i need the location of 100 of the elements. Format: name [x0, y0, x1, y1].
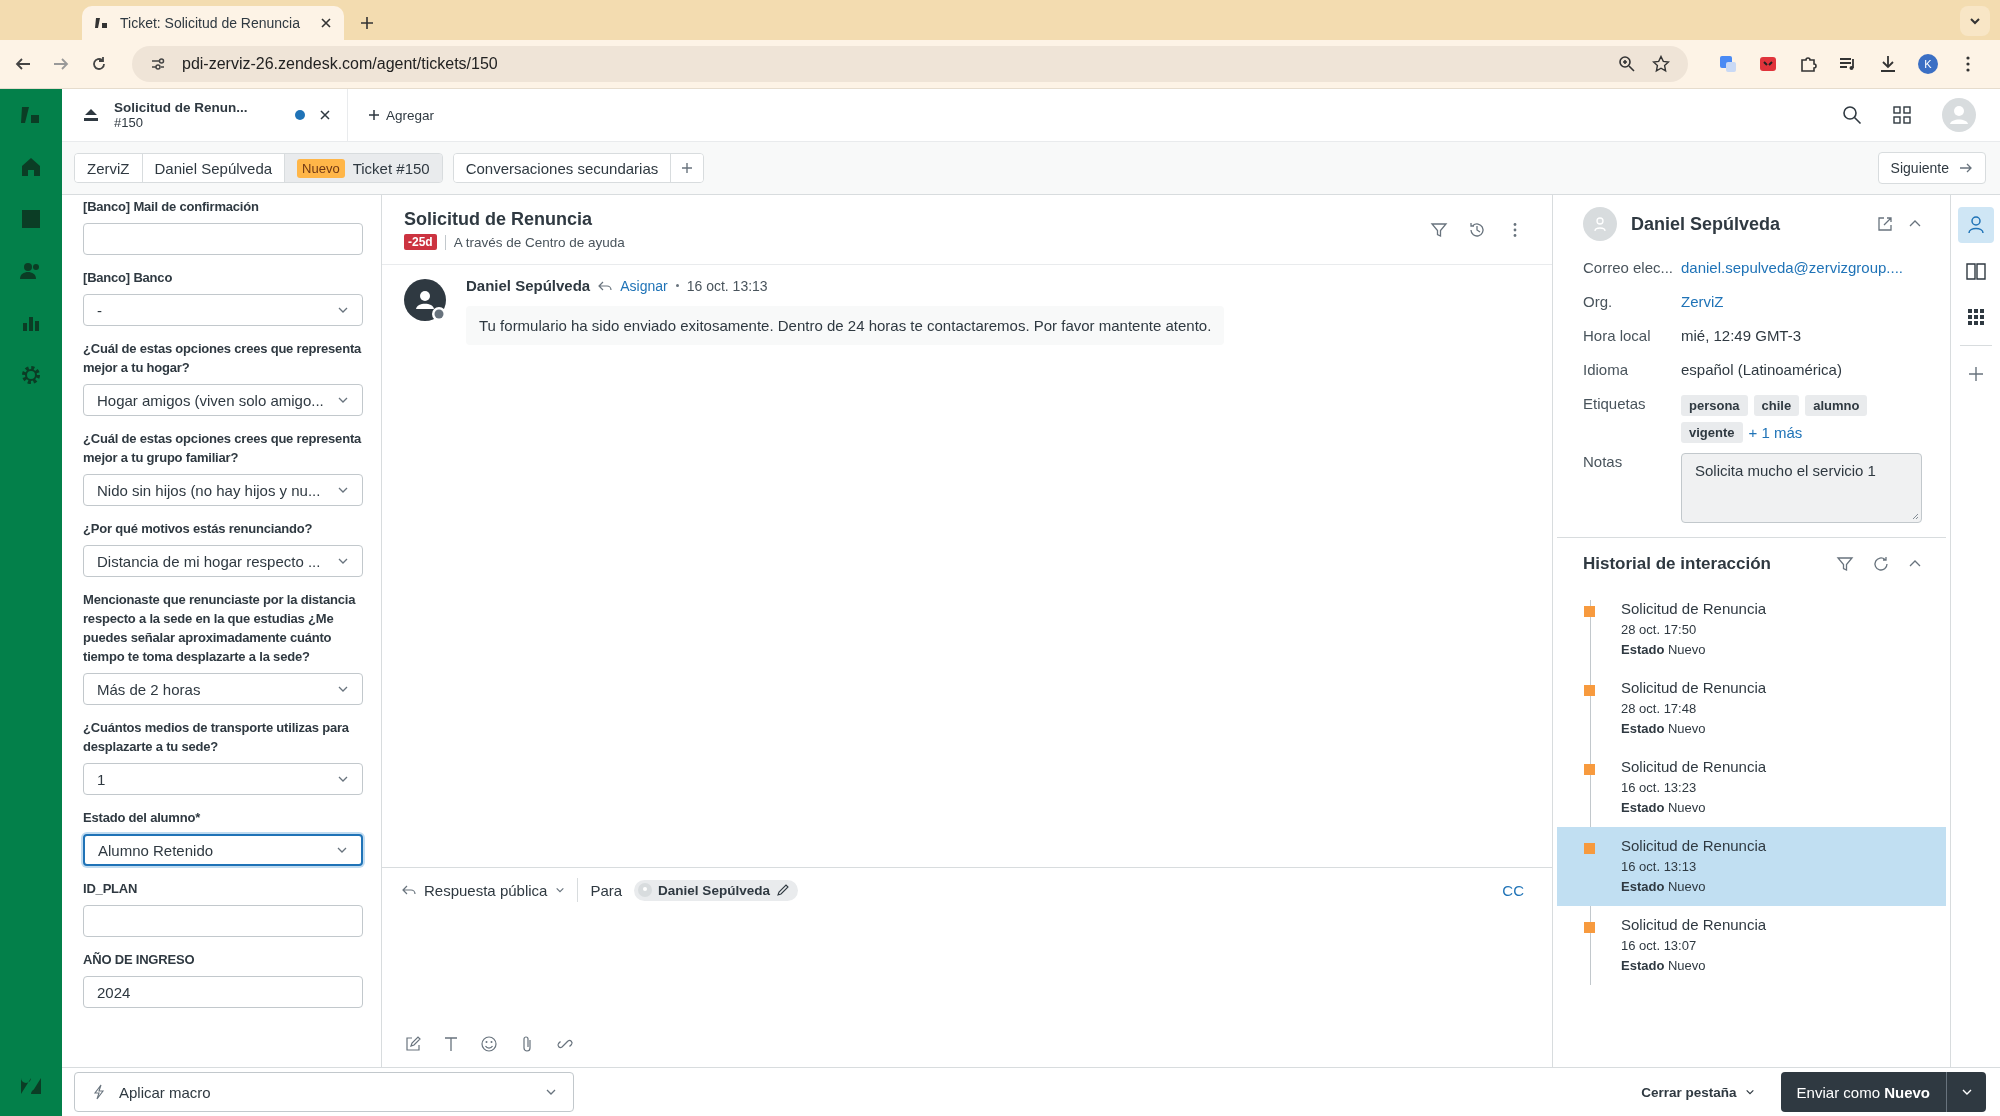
avatar-icon [638, 883, 653, 897]
reply-icon[interactable] [402, 883, 416, 897]
field-link[interactable]: daniel.sepulveda@zervizgroup.... [1681, 259, 1904, 276]
section-title: Historial de interacción [1583, 554, 1771, 574]
submit-button[interactable]: Enviar como Nuevo [1780, 1072, 1946, 1112]
tag[interactable]: chile [1753, 395, 1800, 416]
recipient-pill[interactable]: Daniel Sepúlveda [634, 879, 798, 901]
field-label: AÑO DE INGRESO [83, 951, 196, 969]
field-label: Estado del alumno* [83, 809, 202, 827]
plus-icon[interactable] [360, 16, 374, 30]
dropdown-field[interactable]: - [83, 294, 363, 326]
field-label: Mencionaste que renunciaste por la distancia respecto a la sede en la que estudias ¿Me puedes señalar aproximadamente cuánto tiempo te toma desplazarte a la sede? [83, 591, 357, 666]
dropdown-field[interactable]: Alumno Retenido [83, 834, 363, 866]
close-tab-dropdown[interactable]: Cerrar pestaña [1641, 1084, 1755, 1100]
field-label: ¿Por qué motivos estás renunciando? [83, 520, 314, 538]
translate-icon[interactable] [1718, 54, 1738, 74]
user-avatar [1583, 207, 1617, 241]
status-square-icon [1584, 922, 1595, 933]
search-icon[interactable] [1842, 105, 1862, 125]
filter-icon[interactable] [1430, 220, 1448, 239]
close-icon[interactable] [320, 17, 332, 29]
resize-handle-icon[interactable] [1911, 512, 1919, 520]
dropdown-field[interactable]: Más de 2 horas [83, 673, 363, 705]
site-settings-icon[interactable] [150, 56, 166, 72]
breadcrumb-tab[interactable]: Daniel Sepúlveda [142, 154, 286, 182]
text-format-icon[interactable] [442, 1035, 460, 1053]
reply-mode-dropdown[interactable]: Respuesta pública [402, 881, 566, 899]
profile-avatar[interactable]: K [1918, 54, 1938, 74]
field-label: ¿Cuál de estas opciones crees que representa mejor a tu grupo familiar? [83, 430, 363, 467]
notes-field[interactable]: Solicita mucho el servicio 1 [1681, 453, 1922, 523]
browser-tab[interactable]: Ticket: Solicitud de Renuncia [82, 6, 344, 40]
history-item[interactable]: Solicitud de Renuncia 16 oct. 13:07 Estado Nuevo [1557, 906, 1946, 985]
settings-icon[interactable] [19, 363, 43, 387]
refresh-icon[interactable] [1872, 555, 1890, 573]
home-icon[interactable] [19, 155, 43, 179]
dropdown-field[interactable]: 1 [83, 763, 363, 795]
side-conversations-button[interactable]: Conversaciones secundarias [453, 154, 672, 182]
breadcrumb-tab[interactable]: Nuevo Ticket #150 [285, 154, 442, 182]
history-icon[interactable] [1468, 220, 1486, 239]
plus-icon[interactable] [368, 109, 380, 121]
history-item[interactable]: Solicitud de Renuncia 16 oct. 13:23 Estado Nuevo [1557, 748, 1946, 827]
dropdown-field[interactable]: Distancia de mi hogar respecto ... [83, 545, 363, 577]
views-icon[interactable] [19, 207, 43, 231]
ticket-tab[interactable]: Solicitud de Renun... #150 [62, 89, 348, 141]
puzzle-icon[interactable] [1798, 54, 1818, 74]
more-tags-link[interactable]: + 1 más [1748, 424, 1803, 441]
field-label: Org. [1583, 293, 1614, 310]
add-tab-button[interactable]: Agregar [362, 106, 441, 124]
breadcrumb-tab[interactable]: ZerviZ [75, 154, 143, 182]
cc-link[interactable]: CC [1502, 881, 1524, 899]
emoji-icon[interactable] [480, 1035, 498, 1053]
author-avatar [404, 279, 448, 323]
add-conversation-button[interactable] [671, 154, 704, 182]
field-label: Idioma [1583, 361, 1630, 378]
zoom-icon[interactable] [1618, 55, 1636, 73]
field-value: mié, 12:49 GMT-3 [1681, 327, 1802, 344]
caret-icon[interactable] [1969, 15, 1981, 27]
external-link-icon[interactable] [1876, 215, 1894, 233]
ticket-type-icon [82, 106, 100, 124]
tag[interactable]: persona [1681, 395, 1748, 416]
history-item[interactable]: Solicitud de Renuncia 28 oct. 17:50 Estado Nuevo [1557, 590, 1946, 669]
status-square-icon [1584, 764, 1595, 775]
message-bubble: Tu formulario ha sido enviado exitosamente. Dentro de 24 horas te contactaremos. Por favor mantente atento. [466, 306, 1225, 345]
extension-icon[interactable] [1758, 54, 1778, 74]
tag[interactable]: vigente [1681, 422, 1743, 443]
user-name: Daniel Sepúlveda [1631, 213, 1781, 235]
dropdown-field[interactable]: Nido sin hijos (no hay hijos y nu... [83, 474, 363, 506]
history-item[interactable]: Solicitud de Renuncia 16 oct. 13:13 Estado Nuevo [1557, 827, 1946, 906]
next-button[interactable]: Siguiente [1877, 152, 1986, 184]
user-profile-icon[interactable] [1957, 207, 1994, 243]
field-label: [Banco] Mail de confirmación [83, 198, 260, 216]
arrow-right-icon[interactable] [1959, 161, 1973, 175]
tag[interactable]: alumno [1805, 395, 1868, 416]
status-square-icon [1584, 843, 1595, 854]
input-field[interactable] [83, 223, 363, 255]
reload-icon[interactable] [90, 55, 108, 73]
input-field[interactable]: 2024 [83, 976, 363, 1008]
chevron-down-icon[interactable] [1744, 1087, 1755, 1097]
field-label: [Banco] Banco [83, 269, 174, 287]
field-label: ¿Cuántos medios de transporte utilizas para desplazarte a tu sede? [83, 719, 350, 756]
field-value: español (Latinoamérica) [1681, 361, 1842, 378]
apps-grid-icon[interactable] [1892, 105, 1912, 125]
input-field[interactable] [83, 905, 363, 937]
field-label: Correo elec... [1583, 259, 1673, 276]
filter-icon[interactable] [1836, 555, 1854, 573]
history-item[interactable]: Solicitud de Renuncia 28 oct. 17:48 Estado Nuevo [1557, 669, 1946, 748]
download-icon[interactable] [1878, 54, 1898, 74]
field-label: Etiquetas [1583, 395, 1647, 412]
close-icon[interactable] [319, 109, 331, 121]
author-name: Daniel Sepúlveda [466, 277, 591, 294]
dropdown-field[interactable]: Hogar amigos (viven solo amigo... [83, 384, 363, 416]
tab-menu-button[interactable] [1960, 6, 1990, 36]
star-icon[interactable] [1652, 55, 1670, 73]
macro-dropdown[interactable]: Aplicar macro [74, 1072, 574, 1112]
pencil-icon[interactable] [775, 883, 790, 897]
address-bar[interactable]: pdi-zerviz-26.zendesk.com/agent/tickets/150 [132, 46, 1688, 82]
assign-link[interactable]: Asignar [620, 277, 668, 294]
compose-icon[interactable] [404, 1035, 422, 1053]
status-square-icon [1584, 685, 1595, 696]
field-link[interactable]: ZerviZ [1681, 293, 1724, 310]
